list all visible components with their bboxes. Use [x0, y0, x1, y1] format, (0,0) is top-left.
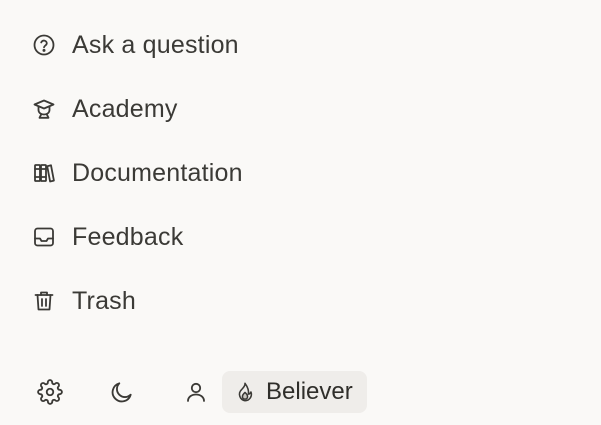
sidebar-footer: Believer [24, 370, 367, 414]
moon-icon [109, 379, 135, 405]
menu-item-feedback[interactable]: Feedback [24, 205, 344, 269]
inbox-icon [32, 225, 56, 249]
menu-item-documentation[interactable]: Documentation [24, 141, 344, 205]
plan-label: Believer [266, 378, 353, 405]
trash-icon [32, 289, 56, 313]
menu-item-ask-question[interactable]: Ask a question [24, 13, 344, 77]
menu-item-label: Trash [72, 286, 136, 315]
settings-button[interactable] [28, 370, 72, 414]
gear-icon [37, 379, 63, 405]
theme-toggle-button[interactable] [100, 370, 144, 414]
profile-button[interactable] [174, 370, 218, 414]
question-circle-icon [32, 33, 56, 57]
flame-icon [234, 381, 256, 403]
menu-item-label: Ask a question [72, 30, 239, 59]
menu-item-label: Documentation [72, 158, 243, 187]
user-icon [184, 380, 208, 404]
menu-item-trash[interactable]: Trash [24, 269, 344, 333]
menu-item-academy[interactable]: Academy [24, 77, 344, 141]
books-icon [32, 161, 56, 185]
menu-item-label: Feedback [72, 222, 184, 251]
graduation-cap-icon [32, 97, 56, 121]
help-menu: Ask a question Academy Documentation Fee… [24, 13, 344, 333]
menu-item-label: Academy [72, 94, 178, 123]
plan-badge[interactable]: Believer [222, 371, 367, 413]
